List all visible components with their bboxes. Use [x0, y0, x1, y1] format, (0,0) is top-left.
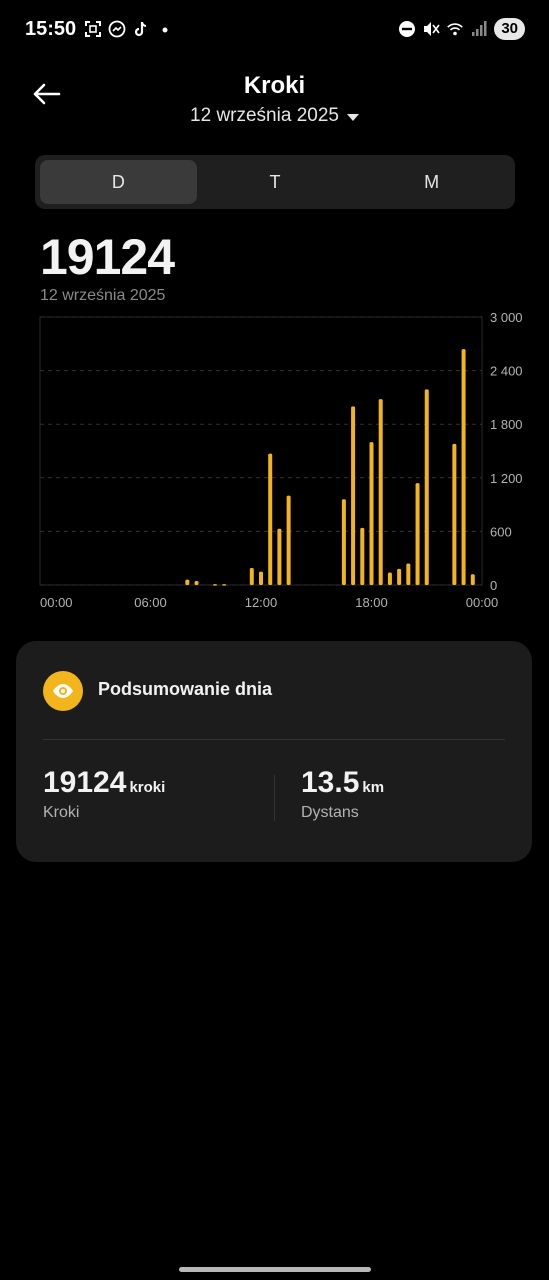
status-right-icons: 30 [398, 18, 525, 40]
status-time: 15:50 [25, 18, 77, 40]
stat-divider [274, 775, 275, 821]
chart-y-tick-label: 3 000 [490, 310, 523, 325]
chart-bar [222, 584, 227, 586]
distance-stat-label: Dystans [301, 804, 359, 821]
chart-y-tick-label: 0 [490, 578, 497, 593]
screenshot-icon [84, 20, 102, 38]
chart-y-tick-label: 1 800 [490, 417, 523, 432]
chart-bar [470, 574, 475, 585]
eye-icon [43, 671, 83, 711]
chart-x-tick-label: 00:00 [466, 595, 499, 610]
chart-bar [259, 571, 263, 585]
chart-bar [194, 580, 199, 585]
chart-y-tick-label: 600 [490, 524, 512, 539]
chart-bar [351, 406, 356, 585]
steps-stat-unit: kroki [129, 779, 166, 796]
tab-month[interactable]: M [353, 160, 510, 204]
status-left-icons [84, 20, 174, 38]
chart-bar [249, 568, 254, 585]
distance-stat-unit: km [362, 779, 385, 796]
signal-icon [470, 20, 488, 38]
do-not-disturb-icon [398, 20, 416, 38]
battery-indicator: 30 [494, 18, 525, 40]
date-selector-label: 12 września 2025 [190, 105, 339, 126]
distance-stat-value: 13.5 [301, 766, 360, 799]
messenger-icon [108, 20, 126, 38]
summary-date: 12 września 2025 [40, 287, 166, 304]
tab-week[interactable]: T [197, 160, 354, 204]
chart-x-tick-label: 06:00 [134, 595, 167, 610]
distance-stat: 13.5 km Dystans [301, 766, 384, 822]
wifi-icon [446, 20, 464, 38]
home-indicator[interactable] [179, 1267, 371, 1272]
steps-stat-label: Kroki [43, 804, 80, 821]
tab-day[interactable]: D [40, 160, 197, 204]
chart-bar [415, 483, 420, 585]
chart-bar [424, 389, 429, 585]
chart-bar [452, 443, 457, 585]
total-steps-value: 19124 [40, 229, 175, 285]
dot-icon [156, 20, 174, 38]
day-summary-card[interactable]: Podsumowanie dnia 19124 kroki Kroki 13.5 k… [16, 641, 532, 862]
chart-bar [406, 563, 411, 585]
chart-bar [212, 584, 217, 586]
date-selector[interactable]: 12 września 2025 [0, 105, 549, 127]
chart-bar [360, 527, 365, 585]
chart-bar [461, 349, 466, 585]
caret-down-icon [346, 113, 359, 121]
steps-chart[interactable]: 3 000 2 400 1 800 1 200 600 0 00:00 06:00 12:00 1… [30, 305, 535, 620]
steps-stat-value: 19124 [43, 766, 127, 799]
chart-bar [286, 495, 291, 585]
chart-x-tick-label: 18:00 [355, 595, 388, 610]
chart-bar [268, 453, 273, 585]
chart-bar [397, 568, 402, 585]
chart-bar [387, 572, 392, 585]
chart-y-tick-label: 2 400 [490, 364, 523, 379]
steps-stat: 19124 kroki Kroki [43, 766, 165, 822]
chart-bar [341, 499, 346, 585]
chart-x-tick-label: 00:00 [40, 595, 73, 610]
chart-bar [378, 399, 383, 585]
card-title: Podsumowanie dnia [98, 679, 273, 699]
page-title: Kroki [243, 72, 306, 99]
chart-bar [369, 442, 374, 585]
chart-x-tick-label: 12:00 [245, 595, 278, 610]
tiktok-icon [132, 20, 150, 38]
mute-icon [422, 20, 440, 38]
chart-y-tick-label: 1 200 [490, 471, 523, 486]
chart-bar [277, 528, 282, 585]
divider [43, 739, 505, 740]
chart-bar [185, 579, 190, 585]
status-bar: 15:50 30 [0, 0, 549, 60]
period-segmented-control: D T M [35, 155, 515, 209]
